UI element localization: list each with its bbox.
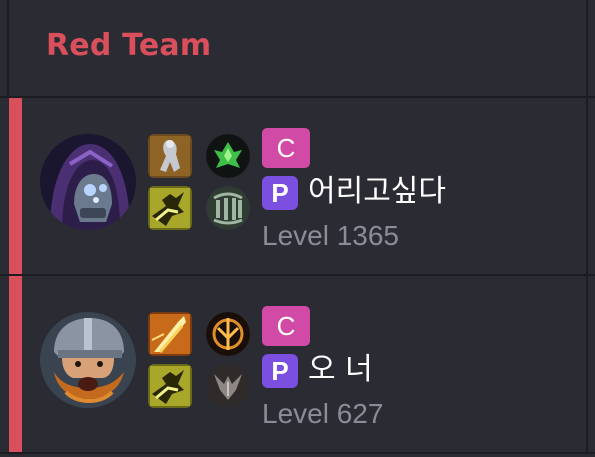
ghost-spell-icon[interactable] [148,134,192,178]
player-row[interactable]: C P 어리고싶다 Level 1365 [0,98,595,276]
green-precision-rune-icon[interactable] [206,134,250,178]
sorcery-rune-icon[interactable] [206,312,250,356]
row-divider-right [586,98,588,274]
red-team-panel: Red Team C P 어리고싶다 Level 1365 C P 오 너 Le… [0,0,595,457]
team-color-bar [9,276,22,452]
smite-spell-icon[interactable] [148,312,192,356]
resolve-tree-rune-icon[interactable] [206,186,250,230]
p-badge: P [262,176,298,210]
team-header: Red Team [0,0,595,98]
p-badge: P [262,354,298,388]
player-level: Level 627 [262,398,384,429]
player-row[interactable]: C P 오 너 Level 627 [0,276,595,454]
flash-spell-icon[interactable] [148,186,192,230]
team-title: Red Team [46,28,212,63]
bearded-warrior-portrait-icon[interactable] [40,312,136,408]
role-badge: C [262,128,310,168]
player-name[interactable]: 어리고싶다 [308,172,446,212]
flash-spell-icon[interactable] [148,364,192,408]
role-badge: C [262,306,310,346]
hooded-champion-portrait-icon[interactable] [40,134,136,230]
header-divider-left [7,0,9,96]
row-divider-right [586,276,588,452]
domination-tree-rune-icon[interactable] [206,364,250,408]
header-divider-right [586,0,588,96]
player-level: Level 1365 [262,220,400,251]
player-name[interactable]: 오 너 [308,350,373,390]
team-color-bar [9,98,22,274]
